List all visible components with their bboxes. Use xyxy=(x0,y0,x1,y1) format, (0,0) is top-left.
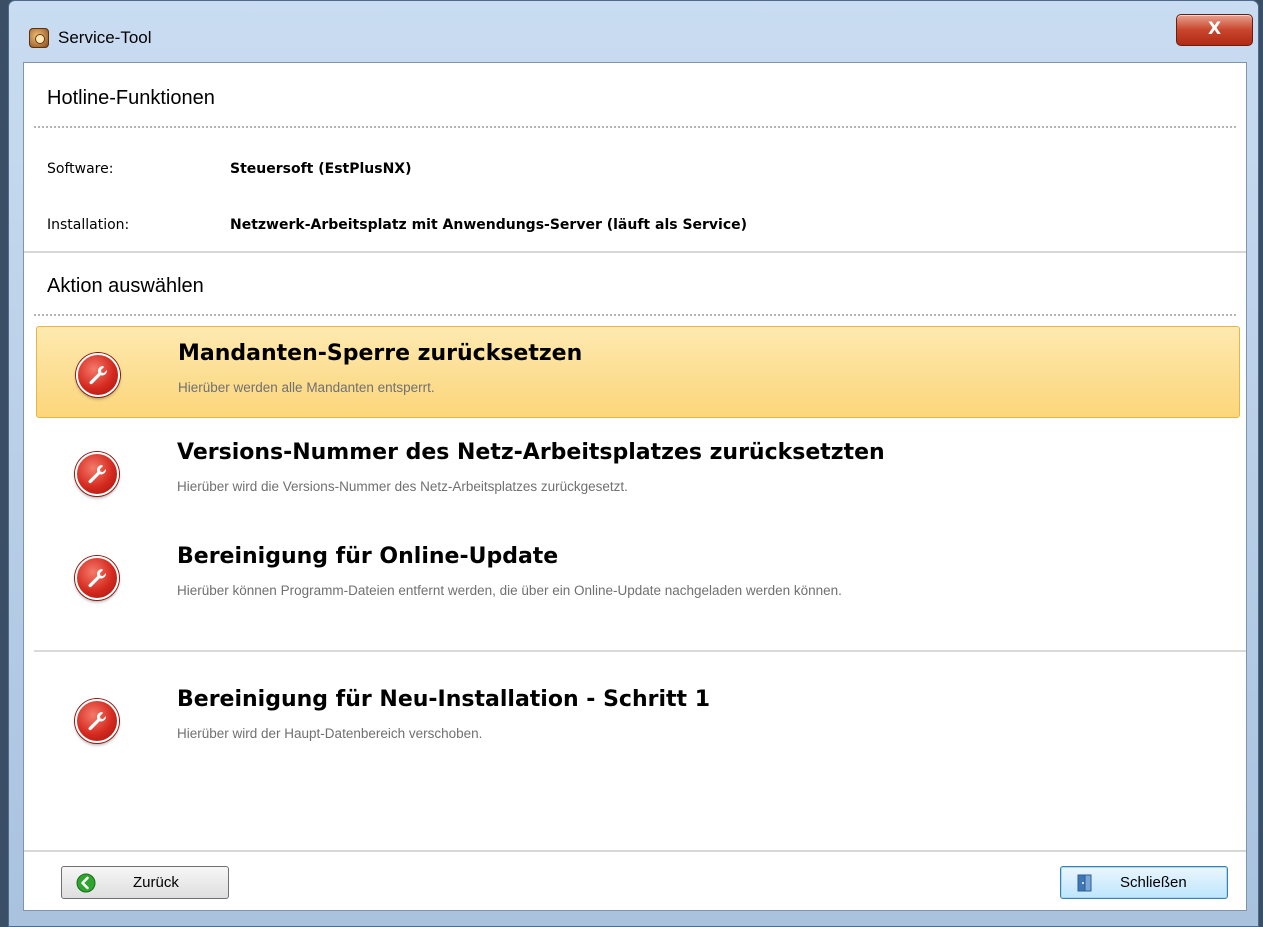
dotted-divider xyxy=(34,314,1236,316)
action-title: Versions-Nummer des Netz-Arbeitsplatzes … xyxy=(177,440,885,465)
action-cleanup-online-update[interactable]: Bereinigung für Online-Update Hierüber k… xyxy=(36,530,1240,622)
action-description: Hierüber werden alle Mandanten entsperrt… xyxy=(178,380,435,395)
app-icon xyxy=(29,28,49,48)
action-description: Hierüber wird der Haupt-Datenbereich ver… xyxy=(177,726,483,741)
wrench-icon xyxy=(75,452,119,496)
action-description: Hierüber können Programm-Dateien entfern… xyxy=(177,583,842,598)
section-divider xyxy=(24,251,1246,253)
action-title: Bereinigung für Neu-Installation - Schri… xyxy=(177,687,711,712)
window-close-button[interactable]: X xyxy=(1176,14,1253,46)
service-tool-window: Service-Tool X Hotline-Funktionen Softwa… xyxy=(8,0,1259,927)
back-button-label: Zurück xyxy=(133,874,179,891)
action-title: Bereinigung für Online-Update xyxy=(177,544,559,569)
close-button-label: Schließen xyxy=(1120,874,1187,891)
installation-value: Netzwerk-Arbeitsplatz mit Anwendungs-Ser… xyxy=(230,217,748,233)
client-area: Hotline-Funktionen Software: Steuersoft … xyxy=(23,62,1247,911)
installation-label: Installation: xyxy=(47,217,130,233)
software-value: Steuersoft (EstPlusNX) xyxy=(230,161,412,177)
action-title: Mandanten-Sperre zurücksetzen xyxy=(178,341,583,366)
action-description: Hierüber wird die Versions-Nummer des Ne… xyxy=(177,479,628,494)
wrench-icon xyxy=(75,556,119,600)
wrench-icon xyxy=(76,353,120,397)
page-title: Hotline-Funktionen xyxy=(47,87,215,109)
action-reset-mandanten-lock[interactable]: Mandanten-Sperre zurücksetzen Hierüber w… xyxy=(36,326,1240,418)
action-cleanup-new-installation[interactable]: Bereinigung für Neu-Installation - Schri… xyxy=(36,673,1240,765)
footer-divider xyxy=(24,850,1246,852)
actions-title: Aktion auswählen xyxy=(47,275,204,297)
action-reset-version-number[interactable]: Versions-Nummer des Netz-Arbeitsplatzes … xyxy=(36,426,1240,518)
action-divider xyxy=(34,650,1246,652)
title-bar[interactable]: Service-Tool X xyxy=(9,1,1258,61)
close-button[interactable]: Schließen xyxy=(1060,866,1228,899)
software-label: Software: xyxy=(47,161,114,177)
back-button[interactable]: Zurück xyxy=(61,866,229,899)
dotted-divider xyxy=(34,126,1236,128)
window-title: Service-Tool xyxy=(58,28,152,47)
wrench-icon xyxy=(75,699,119,743)
back-arrow-icon xyxy=(76,873,96,893)
door-exit-icon xyxy=(1077,874,1092,892)
